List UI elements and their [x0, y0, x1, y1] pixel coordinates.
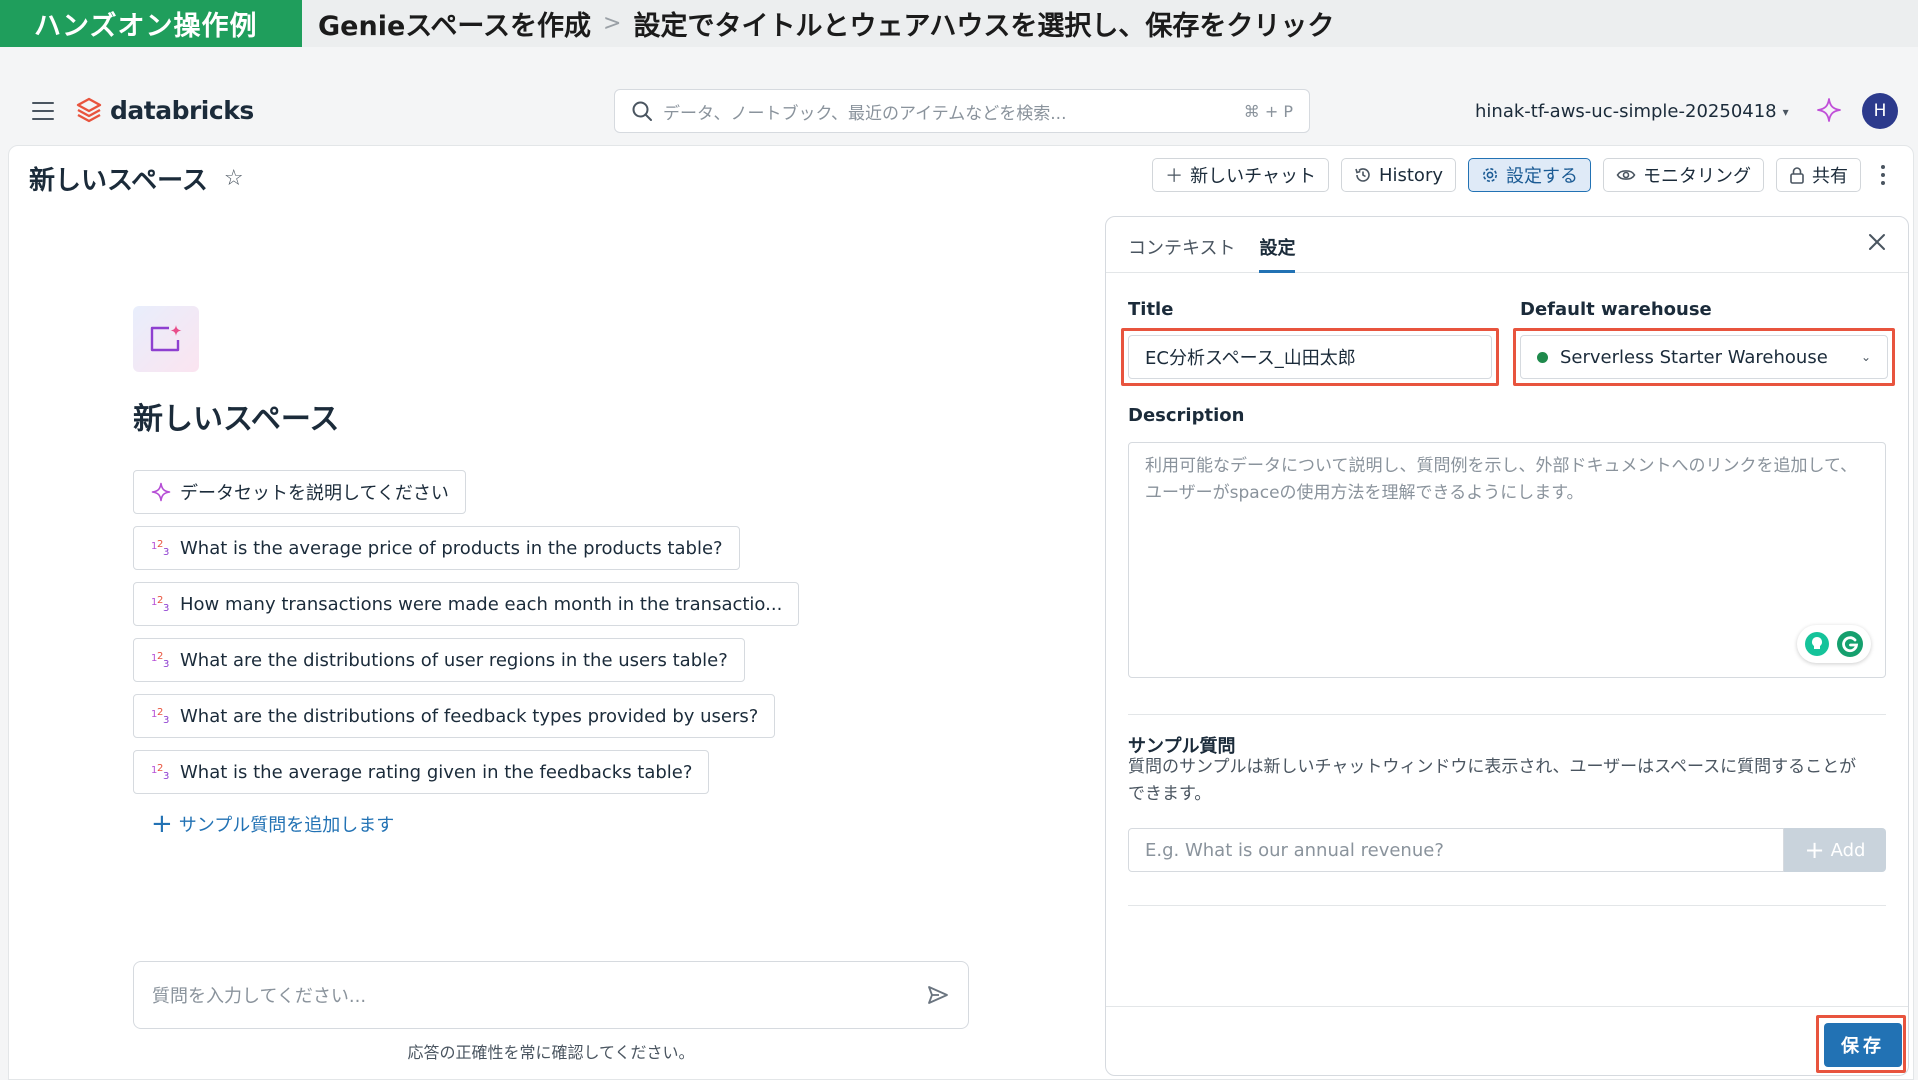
- close-icon[interactable]: [1866, 231, 1888, 253]
- suggestion-item[interactable]: 123 What are the distributions of user r…: [133, 638, 745, 682]
- send-icon[interactable]: [926, 983, 950, 1007]
- title-label: Title: [1128, 299, 1174, 320]
- accuracy-disclaimer: 応答の正確性を常に確認してください。: [407, 1043, 695, 1062]
- new-chat-label: 新しいチャット: [1190, 166, 1316, 187]
- plus-icon: ＋: [1165, 166, 1184, 187]
- suggestion-item[interactable]: 123 What is the average rating given in …: [133, 750, 710, 794]
- add-sample-question-link[interactable]: + サンプル質問を追加します: [151, 811, 394, 837]
- favorite-star-icon[interactable]: ☆: [224, 166, 244, 191]
- databricks-logo-icon: [76, 97, 102, 122]
- banner-separator: >: [603, 11, 622, 36]
- user-avatar[interactable]: H: [1862, 93, 1898, 129]
- search-icon: [632, 101, 652, 121]
- space-heading: 新しいスペース: [133, 402, 340, 437]
- main-content: 新しいスペース ☆ ＋ 新しいチャット History 設定する モニタリング: [8, 145, 1914, 1080]
- chat-input[interactable]: 質問を入力してください...: [133, 961, 969, 1029]
- tab-context[interactable]: コンテキスト: [1128, 234, 1235, 272]
- svg-text:3: 3: [163, 547, 169, 558]
- workspace-switcher[interactable]: hinak-tf-aws-uc-simple-20250418 ▾: [1475, 101, 1789, 122]
- sample-question-placeholder: E.g. What is our annual revenue?: [1145, 839, 1444, 861]
- suggestion-label: How many transactions were made each mon…: [180, 593, 783, 615]
- monitoring-label: モニタリング: [1643, 166, 1751, 187]
- description-label: Description: [1128, 405, 1245, 426]
- databricks-logo[interactable]: databricks: [76, 96, 254, 125]
- sparkle-icon: [150, 481, 172, 503]
- plus-icon: +: [1804, 836, 1825, 864]
- suggestion-list: データセットを説明してください 123 What is the average …: [133, 470, 800, 806]
- workspace-name: hinak-tf-aws-uc-simple-20250418: [1475, 101, 1777, 122]
- panel-tabs: コンテキスト 設定: [1106, 217, 1908, 273]
- numbers-icon: 123: [150, 593, 172, 615]
- section-divider: [1128, 905, 1886, 906]
- numbers-icon: 123: [150, 761, 172, 783]
- description-textarea[interactable]: 利用可能なデータについて説明し、質問例を示し、外部ドキュメントへのリンクを追加し…: [1128, 442, 1886, 678]
- sample-question-input[interactable]: E.g. What is our annual revenue?: [1128, 828, 1784, 872]
- svg-text:3: 3: [163, 603, 169, 614]
- suggestion-item[interactable]: 123 What is the average price of product…: [133, 526, 740, 570]
- suggestion-label: データセットを説明してください: [180, 483, 449, 504]
- warehouse-highlight: [1513, 328, 1895, 386]
- search-placeholder: データ、ノートブック、最近のアイテムなどを検索...: [663, 103, 1067, 124]
- logo-text: databricks: [110, 96, 254, 125]
- settings-label: 設定する: [1506, 166, 1578, 187]
- svg-text:3: 3: [163, 659, 169, 670]
- history-icon: [1354, 166, 1372, 184]
- sample-questions-help: 質問のサンプルは新しいチャットウィンドウに表示され、ユーザーはスペースに質問する…: [1128, 757, 1857, 805]
- panel-footer-divider: [1106, 1006, 1908, 1007]
- tutorial-banner: ハンズオン操作例 Genieスペースを作成 > 設定でタイトルとウェアハウスを選…: [0, 0, 1918, 47]
- history-button[interactable]: History: [1340, 158, 1456, 192]
- more-options-icon[interactable]: [1873, 158, 1893, 192]
- lock-icon: [1789, 166, 1805, 184]
- plus-icon: +: [151, 809, 173, 839]
- add-sample-question-button[interactable]: + Add: [1784, 828, 1886, 872]
- section-divider: [1128, 714, 1886, 715]
- banner-tag: ハンズオン操作例: [0, 0, 302, 47]
- svg-text:3: 3: [163, 715, 169, 726]
- chevron-down-icon: ▾: [1782, 104, 1789, 119]
- page-title: 新しいスペース: [29, 166, 208, 196]
- top-nav: databricks データ、ノートブック、最近のアイテムなどを検索... ⌘ …: [0, 47, 1918, 145]
- add-sample-label: サンプル質問を追加します: [178, 815, 395, 836]
- banner-title: Genieスペースを作成: [318, 11, 592, 42]
- share-label: 共有: [1812, 166, 1848, 187]
- description-placeholder: 利用可能なデータについて説明し、質問例を示し、外部ドキュメントへのリンクを追加し…: [1145, 456, 1858, 504]
- grammarly-icon: [1837, 631, 1863, 657]
- banner-step: 設定でタイトルとウェアハウスを選択し、保存をクリック: [633, 11, 1335, 42]
- space-icon: [133, 306, 199, 372]
- add-label: Add: [1830, 839, 1866, 861]
- suggestion-label: What is the average price of products in…: [180, 537, 723, 559]
- suggestion-label: What are the distributions of feedback t…: [180, 705, 759, 727]
- warehouse-label: Default warehouse: [1520, 299, 1712, 320]
- gear-icon: [1481, 166, 1499, 184]
- settings-panel: コンテキスト 設定 Title Default warehouse EC分析スペ…: [1105, 216, 1909, 1076]
- monitoring-button[interactable]: モニタリング: [1603, 158, 1764, 192]
- global-search-input[interactable]: データ、ノートブック、最近のアイテムなどを検索... ⌘ + P: [614, 89, 1310, 133]
- suggestion-label: What is the average rating given in the …: [180, 761, 693, 783]
- numbers-icon: 123: [150, 537, 172, 559]
- svg-text:3: 3: [163, 771, 169, 782]
- title-highlight: [1121, 328, 1499, 386]
- grammarly-widget[interactable]: [1797, 625, 1871, 663]
- suggestion-item[interactable]: 123 What are the distributions of feedba…: [133, 694, 776, 738]
- suggestion-label: What are the distributions of user regio…: [180, 649, 728, 671]
- numbers-icon: 123: [150, 649, 172, 671]
- lightbulb-icon: [1805, 632, 1829, 656]
- chat-input-placeholder: 質問を入力してください...: [152, 986, 367, 1007]
- assistant-sparkle-icon[interactable]: [1816, 97, 1842, 123]
- suggestion-describe-dataset[interactable]: データセットを説明してください: [133, 470, 466, 514]
- history-label: History: [1378, 164, 1443, 186]
- suggestion-item[interactable]: 123 How many transactions were made each…: [133, 582, 800, 626]
- tab-settings[interactable]: 設定: [1259, 234, 1296, 273]
- new-chat-button[interactable]: ＋ 新しいチャット: [1152, 158, 1329, 192]
- eye-icon: [1616, 166, 1636, 184]
- toolbar: ＋ 新しいチャット History 設定する モニタリング 共有: [1152, 158, 1893, 192]
- save-highlight: [1816, 1015, 1906, 1073]
- settings-button[interactable]: 設定する: [1468, 158, 1591, 192]
- share-button[interactable]: 共有: [1776, 158, 1861, 192]
- numbers-icon: 123: [150, 705, 172, 727]
- menu-icon[interactable]: [32, 102, 54, 120]
- search-shortcut: ⌘ + P: [1243, 101, 1293, 121]
- page-title-row: 新しいスペース ☆: [29, 160, 244, 197]
